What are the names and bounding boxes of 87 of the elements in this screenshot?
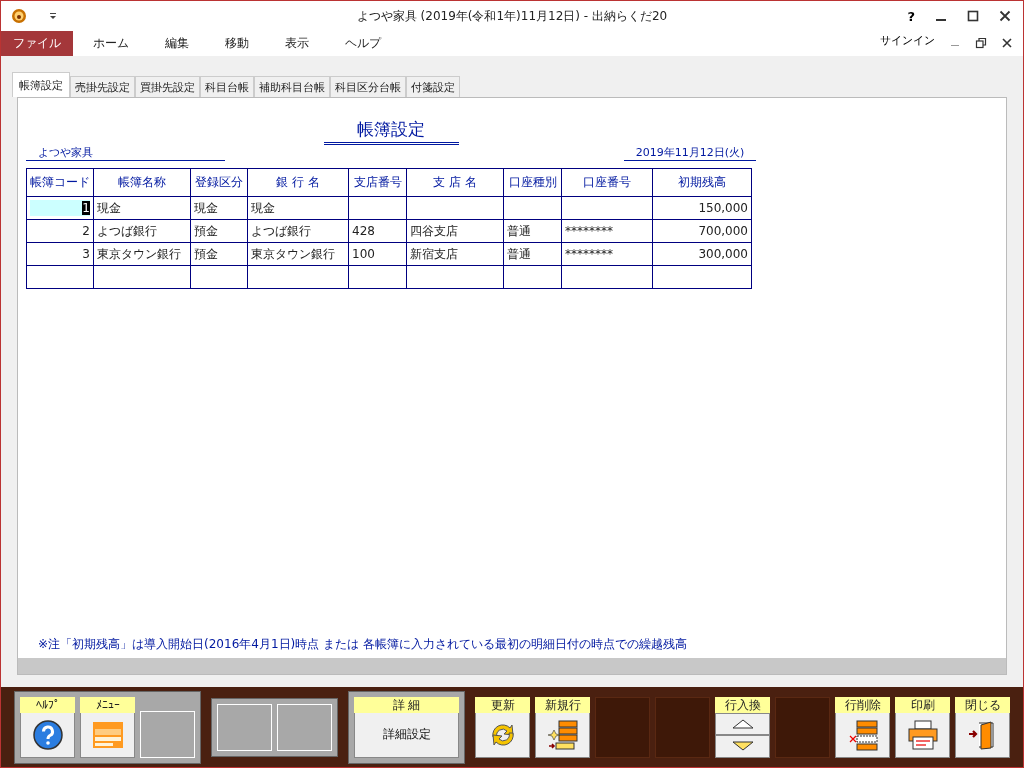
table-cell: 428	[352, 224, 375, 238]
table-cell: 新宿支店	[410, 246, 458, 261]
tab[interactable]: 付箋設定	[406, 76, 460, 97]
close-button[interactable]	[955, 712, 1010, 758]
tab[interactable]: 買掛先設定	[135, 76, 200, 97]
button-label: 印刷	[895, 696, 950, 713]
table-cell: 普通	[507, 246, 531, 261]
column-header: 支店番号	[348, 168, 407, 197]
column-header: 登録区分	[190, 168, 248, 197]
button-label: 閉じる	[955, 696, 1010, 713]
column-header: 銀 行 名	[247, 168, 349, 197]
column-header: 口座番号	[561, 168, 653, 197]
menu-item[interactable]: 移動	[209, 31, 265, 56]
menu-icon	[91, 720, 124, 749]
table-cell: よつば銀行	[97, 223, 157, 238]
button-label: ﾒﾆｭｰ	[80, 696, 135, 713]
column-header: 口座種別	[503, 168, 562, 197]
close-icon[interactable]	[1001, 37, 1013, 49]
delete-row-button[interactable]	[835, 712, 890, 758]
restore-icon[interactable]	[975, 37, 987, 49]
menu-item[interactable]: ホーム	[77, 31, 145, 56]
button-label: 詳 細	[354, 696, 459, 713]
table-cell: 700,000	[698, 224, 748, 238]
tab[interactable]: 帳簿設定	[12, 72, 70, 97]
table-cell: 現金	[251, 200, 275, 215]
button-label: 新規行	[535, 696, 590, 713]
menu-item[interactable]: 編集	[149, 31, 205, 56]
menu-item[interactable]: ヘルプ	[329, 31, 397, 56]
table-cell: 四谷支店	[410, 223, 458, 238]
app-logo-icon	[11, 8, 27, 24]
column-header: 初期残高	[652, 168, 752, 197]
button-label: ﾍﾙﾌﾟ	[20, 696, 75, 713]
add-row-icon	[546, 718, 579, 751]
sign-in-link[interactable]: サインイン	[880, 33, 935, 48]
table-cell: 現金	[97, 200, 121, 215]
column-header: 帳簿名称	[93, 168, 191, 197]
table-cell: 預金	[194, 246, 218, 261]
menu-item[interactable]: ファイル	[1, 31, 73, 56]
table-cell: よつば銀行	[251, 223, 311, 238]
empty-slot	[140, 710, 195, 758]
table-cell: 現金	[194, 200, 218, 215]
form-title: 帳簿設定	[323, 118, 459, 145]
detail-settings-button[interactable]: 詳細設定	[354, 712, 459, 758]
button-label: 行削除	[835, 696, 890, 713]
table-cell: 東京タウン銀行	[251, 246, 335, 261]
empty-slot	[655, 696, 710, 758]
button-label: 行入換	[715, 696, 770, 713]
table-cell: ********	[565, 224, 613, 238]
company-name: よつや家具	[26, 145, 225, 161]
print-button[interactable]	[895, 712, 950, 758]
table-cell: 東京タウン銀行	[97, 246, 181, 261]
refresh-button[interactable]	[475, 712, 530, 758]
date-label: 2019年11月12日(火)	[624, 145, 756, 161]
tab[interactable]: 売掛先設定	[70, 76, 135, 97]
close-icon[interactable]	[999, 10, 1011, 22]
tab[interactable]: 補助科目台帳	[254, 76, 330, 97]
empty-slot	[217, 703, 272, 751]
column-header: 帳簿コード	[26, 168, 94, 197]
printer-icon	[906, 718, 939, 751]
table-cell: 150,000	[698, 201, 748, 215]
note-text: ※注「初期残高」は導入開始日(2016年4月1日)時点 または 各帳簿に入力されている最初の明細日付の時点での繰越残高	[38, 636, 688, 653]
table-cell: 普通	[507, 223, 531, 238]
table-cell[interactable]: 1	[30, 200, 90, 216]
menu-button[interactable]	[80, 712, 135, 758]
move-down-button[interactable]	[715, 735, 770, 758]
table-cell: 預金	[194, 223, 218, 238]
empty-slot	[595, 696, 650, 758]
quick-access-icon[interactable]	[49, 12, 57, 20]
maximize-icon[interactable]	[967, 10, 979, 22]
window-title: よつや家具 (2019年(令和1年)11月12日) - 出納らくだ20	[356, 7, 668, 25]
menu-item[interactable]: 表示	[269, 31, 325, 56]
tab[interactable]: 科目区分台帳	[330, 76, 406, 97]
help-icon	[31, 718, 64, 751]
empty-slot	[277, 703, 332, 751]
table-cell: 300,000	[698, 247, 748, 261]
up-triangle-icon	[730, 717, 755, 730]
help-button[interactable]: ?	[907, 8, 915, 24]
move-up-button[interactable]	[715, 712, 770, 735]
down-triangle-icon	[730, 740, 755, 753]
tab[interactable]: 科目台帳	[200, 76, 254, 97]
help-button[interactable]	[20, 712, 75, 758]
table-cell: ********	[565, 247, 613, 261]
table-cell: 100	[352, 247, 375, 261]
new-row-button[interactable]	[535, 712, 590, 758]
column-header: 支 店 名	[406, 168, 504, 197]
empty-slot	[775, 696, 830, 758]
button-label: 更新	[475, 696, 530, 713]
